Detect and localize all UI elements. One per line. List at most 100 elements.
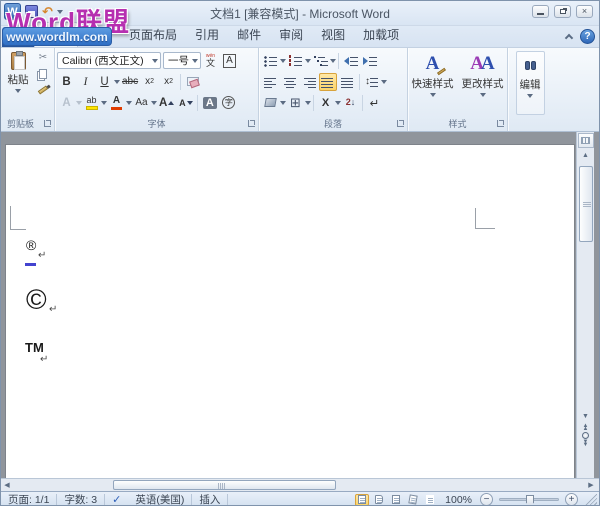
editing-button[interactable]: 编辑 [516, 51, 545, 115]
shrink-font-button[interactable]: A [177, 94, 194, 112]
next-page-button[interactable]: ▼▼ [583, 441, 589, 446]
decrease-indent-button[interactable] [342, 52, 359, 70]
line-spacing-button[interactable]: ↕ [363, 73, 380, 91]
align-right-button[interactable] [300, 73, 317, 91]
justify-button[interactable] [319, 73, 337, 91]
multilevel-list-button[interactable] [312, 52, 329, 70]
asian-layout-caret-icon[interactable] [335, 101, 341, 105]
editing-group-label [510, 116, 550, 131]
clipboard-dialog-launcher[interactable] [44, 120, 51, 127]
line-spacing-caret-icon[interactable] [381, 80, 387, 84]
numbering-caret-icon[interactable] [305, 59, 311, 63]
character-shading-button[interactable]: A [201, 94, 218, 112]
font-size-combo[interactable]: 一号 [163, 52, 201, 69]
scroll-left-arrow[interactable]: ◀ [1, 479, 13, 491]
copy-button[interactable] [35, 66, 51, 81]
font-color-button[interactable]: A [108, 94, 125, 112]
page-indicator[interactable]: 页面: 1/1 [1, 492, 56, 506]
language-indicator[interactable]: 英语(美国) [128, 492, 191, 506]
view-print-layout-button[interactable] [355, 494, 369, 506]
view-fullscreen-reading-button[interactable] [372, 494, 386, 506]
vertical-scroll-thumb[interactable] [579, 166, 593, 242]
phonetic-guide-button[interactable]: wén文 [202, 52, 219, 70]
cut-button[interactable]: ✂ [35, 50, 51, 65]
zoom-slider-thumb[interactable] [526, 495, 534, 506]
borders-caret-icon[interactable] [305, 101, 311, 105]
change-case-button[interactable]: Aa [133, 94, 150, 112]
sort-button[interactable]: 2↓ [342, 94, 359, 112]
italic-button[interactable]: I [77, 73, 94, 91]
underline-caret-icon[interactable] [114, 80, 120, 84]
font-color-caret-icon[interactable] [126, 101, 132, 105]
clear-formatting-button[interactable] [184, 73, 201, 91]
zoom-level[interactable]: 100% [440, 494, 477, 506]
asian-layout-button[interactable]: X [317, 94, 334, 112]
align-left-button[interactable] [262, 73, 279, 91]
strikethrough-button[interactable]: abc [121, 73, 139, 91]
highlight-caret-icon[interactable] [101, 101, 107, 105]
select-browse-object-button[interactable] [582, 432, 589, 439]
scroll-up-arrow[interactable]: ▲ [577, 149, 594, 162]
minimize-button[interactable] [532, 5, 549, 18]
tab-review[interactable]: 审阅 [270, 23, 312, 47]
zoom-slider-track[interactable] [499, 498, 559, 501]
change-case-caret-icon[interactable] [151, 101, 157, 105]
tab-references[interactable]: 引用 [186, 23, 228, 47]
help-button[interactable]: ? [580, 29, 595, 44]
paragraph-dialog-launcher[interactable] [397, 120, 404, 127]
underline-button[interactable]: U [96, 73, 113, 91]
bullets-caret-icon[interactable] [280, 59, 286, 63]
ruler-toggle-button[interactable] [578, 133, 594, 148]
tab-addins[interactable]: 加载项 [354, 23, 408, 47]
word-count[interactable]: 字数: 3 [57, 492, 104, 506]
multilevel-caret-icon[interactable] [330, 59, 336, 63]
numbering-button[interactable] [287, 52, 304, 70]
horizontal-scrollbar[interactable]: ◀ ▶ [1, 478, 599, 491]
change-styles-button[interactable]: AA 更改样式 [459, 51, 507, 115]
superscript-button[interactable]: x2 [160, 73, 177, 91]
align-center-button[interactable] [281, 73, 298, 91]
enclose-characters-button[interactable]: 字 [220, 94, 237, 112]
minimize-ribbon-icon[interactable] [565, 34, 573, 42]
zoom-in-button[interactable]: + [565, 493, 578, 506]
shading-caret-icon[interactable] [280, 101, 286, 105]
view-outline-button[interactable] [406, 494, 420, 506]
shading-button[interactable] [262, 94, 279, 112]
paste-button[interactable]: 粘贴 [3, 50, 33, 116]
registered-symbol: ® [26, 237, 36, 253]
subscript-button[interactable]: x2 [141, 73, 158, 91]
bullets-button[interactable] [262, 52, 279, 70]
grow-font-button[interactable]: A [158, 94, 175, 112]
close-button[interactable]: × [576, 5, 593, 18]
format-painter-button[interactable] [35, 82, 51, 97]
insert-mode-indicator[interactable]: 插入 [192, 492, 227, 506]
text-effects-button[interactable]: A [58, 94, 75, 112]
scroll-down-arrow[interactable]: ▼ [577, 410, 594, 423]
font-name-combo[interactable]: Calibri (西文正文) [57, 52, 161, 69]
styles-dialog-launcher[interactable] [497, 120, 504, 127]
tab-mailings[interactable]: 邮件 [228, 23, 270, 47]
horizontal-scroll-thumb[interactable] [113, 480, 336, 490]
zoom-out-button[interactable]: − [480, 493, 493, 506]
increase-indent-button[interactable] [361, 52, 378, 70]
document-page[interactable] [6, 145, 574, 478]
spellcheck-status-icon[interactable]: ✓ [105, 492, 128, 506]
text-effects-caret-icon[interactable] [76, 101, 82, 105]
distribute-button[interactable] [339, 73, 356, 91]
view-web-layout-button[interactable] [389, 494, 403, 506]
bold-button[interactable]: B [58, 73, 75, 91]
show-hide-marks-button[interactable]: ↵ [366, 94, 383, 112]
tab-view[interactable]: 视图 [312, 23, 354, 47]
font-dialog-launcher[interactable] [248, 120, 255, 127]
highlight-button[interactable]: ab [83, 94, 100, 112]
resize-grip[interactable] [585, 494, 597, 506]
scroll-right-arrow[interactable]: ▶ [585, 479, 597, 491]
vertical-scroll-track[interactable] [578, 162, 594, 410]
character-border-button[interactable]: A [221, 52, 238, 70]
previous-page-button[interactable]: ▲▲ [583, 425, 589, 430]
view-draft-button[interactable] [423, 494, 437, 506]
paragraph-group-label: 段落 [261, 116, 405, 131]
restore-button[interactable] [554, 5, 571, 18]
borders-button[interactable]: ⊞ [287, 94, 304, 112]
quick-styles-button[interactable]: A 快速样式 [409, 51, 457, 115]
